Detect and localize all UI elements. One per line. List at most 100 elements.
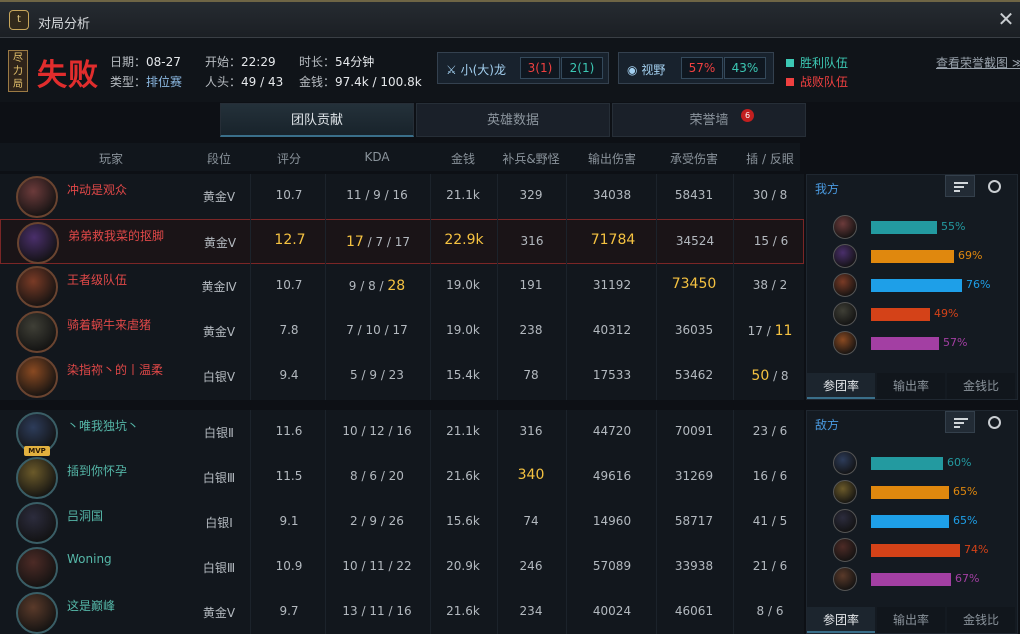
cs-cell: 316 <box>520 234 544 248</box>
duration-info: 时长：54分钟 <box>299 55 375 69</box>
wards-killed: 6 <box>779 424 788 438</box>
champion-avatar[interactable] <box>16 457 58 499</box>
ptab-gold-ratio[interactable]: 金钱比 <box>947 373 1015 399</box>
wards-killed: 11 <box>774 323 793 339</box>
player-name[interactable]: 王者级队伍 <box>67 271 127 288</box>
kda-kills: 9 <box>348 279 357 293</box>
kda-assists: 16 <box>392 188 408 202</box>
participation-percent: 65% <box>953 514 978 527</box>
champion-avatar[interactable] <box>16 356 58 398</box>
champion-avatar[interactable] <box>16 176 58 218</box>
score-cell: 7.8 <box>279 323 299 337</box>
wards-cell: 50 / 8 <box>751 368 789 384</box>
wards-placed: 17 <box>747 324 763 338</box>
table-row[interactable]: 插到你怀孕 白银Ⅲ 11.5 8 / 6 / 20 21.6k 340 49616 31269… <box>0 455 804 500</box>
wards-placed: 16 <box>752 469 768 483</box>
score-cell: 9.7 <box>279 604 299 618</box>
kda-cell: 8 / 6 / 20 <box>350 469 404 483</box>
table-row[interactable]: 冲动是观众 黄金Ⅴ 10.7 11 / 9 / 16 21.1k 329 34038 5843… <box>0 174 804 219</box>
view-honor-screenshot-link[interactable]: 查看荣誉截图 ≫ <box>936 54 1020 71</box>
player-name[interactable]: 插到你怀孕 <box>67 462 127 479</box>
kda-kills: 8 <box>350 469 358 483</box>
start-info: 开始：22:29 <box>205 55 276 69</box>
col-rank: 段位 <box>206 152 232 166</box>
close-icon[interactable]: ✕ <box>996 8 1016 30</box>
player-name[interactable]: 丶唯我独坑丶 <box>67 417 139 434</box>
wards-placed: 8 <box>756 604 765 618</box>
player-name[interactable]: 染指祢丶的丨温柔 <box>67 361 163 378</box>
player-name[interactable]: 弟弟救我菜的抠脚 <box>68 227 164 244</box>
champion-avatar[interactable] <box>16 547 58 589</box>
ptab-gold-ratio[interactable]: 金钱比 <box>947 607 1015 633</box>
player-name[interactable]: 骑着蜗牛来虐猪 <box>67 316 151 333</box>
tab-hero-data[interactable]: 英雄数据 <box>416 103 610 137</box>
kda-cell: 17 / 7 / 17 <box>345 234 411 250</box>
participation-bar-row: 67% <box>833 567 1013 591</box>
participation-bar-row: 69% <box>833 244 1013 268</box>
table-row[interactable]: MVP 丶唯我独坑丶 白银Ⅱ 11.6 10 / 12 / 16 21.1k 316 4472… <box>0 410 804 456</box>
table-row[interactable]: 王者级队伍 黄金Ⅳ 10.7 9 / 8 / 28 19.0k 191 31192 73450… <box>0 264 804 309</box>
table-row[interactable]: 弟弟救我菜的抠脚 黄金Ⅴ 12.7 17 / 7 / 17 22.9k 316 71784 3… <box>0 219 804 264</box>
wards-cell: 30 / 8 <box>752 188 788 202</box>
my-team-panel: 我方 55% 69% 76% 49% 57% 参团率 输出率 金钱比 <box>806 174 1018 400</box>
participation-bar-row: 65% <box>833 509 1013 533</box>
table-row[interactable]: 染指祢丶的丨温柔 白银Ⅴ 9.4 5 / 9 / 23 15.4k 78 17533 5346… <box>0 354 804 399</box>
participation-bar <box>871 250 954 263</box>
column-divider <box>497 174 498 400</box>
player-name[interactable]: 吕洞国 <box>67 507 103 524</box>
column-divider <box>566 174 567 400</box>
table-row[interactable]: 骑着蜗牛来虐猪 黄金Ⅴ 7.8 7 / 10 / 17 19.0k 238 40312 360… <box>0 309 804 354</box>
champion-avatar[interactable] <box>16 311 58 353</box>
legend-win: 胜利队伍 <box>786 54 848 71</box>
column-divider <box>656 410 657 634</box>
champion-avatar[interactable] <box>16 266 58 308</box>
circle-toggle-icon[interactable] <box>988 180 1001 193</box>
wards-killed: 5 <box>779 514 788 528</box>
kda-assists: 17 <box>392 323 408 337</box>
champion-avatar[interactable] <box>16 502 58 544</box>
champion-mini-avatar <box>833 331 857 355</box>
participation-bar <box>871 457 943 470</box>
column-divider <box>733 174 734 400</box>
rank-cell: 黄金Ⅴ <box>203 236 237 250</box>
champion-avatar[interactable] <box>17 222 59 264</box>
participation-bar <box>871 279 962 292</box>
player-name[interactable]: Woning <box>67 552 112 566</box>
ptab-participation[interactable]: 参团率 <box>807 607 875 633</box>
mode-tag: 尽力局 <box>8 50 28 92</box>
kda-cell: 10 / 11 / 22 <box>342 559 412 573</box>
table-row[interactable]: 吕洞国 白银Ⅰ 9.1 2 / 9 / 26 15.6k 74 14960 58717 41 /… <box>0 500 804 545</box>
player-name[interactable]: 冲动是观众 <box>67 181 127 198</box>
wards-cell: 38 / 2 <box>752 278 788 292</box>
champion-mini-avatar <box>833 567 857 591</box>
ptab-participation[interactable]: 参团率 <box>807 373 875 399</box>
champion-mini-avatar <box>833 480 857 504</box>
champion-avatar[interactable] <box>16 592 58 634</box>
sort-icon[interactable] <box>945 411 975 433</box>
taken-cell: 34524 <box>675 234 715 248</box>
rank-cell: 白银Ⅲ <box>202 561 236 575</box>
kda-cell: 7 / 10 / 17 <box>346 323 408 337</box>
column-divider <box>250 410 251 634</box>
taken-cell: 73450 <box>671 276 717 292</box>
sort-icon[interactable] <box>945 175 975 197</box>
enemy-team-panel-title: 敌方 <box>815 418 840 432</box>
col-wards: 插 / 反眼 <box>746 152 794 166</box>
participation-percent: 55% <box>941 220 966 233</box>
ptab-damage-rate[interactable]: 输出率 <box>877 373 945 399</box>
ptab-damage-rate[interactable]: 输出率 <box>877 607 945 633</box>
damage-cell: 57089 <box>592 559 632 573</box>
tab-team-contribution[interactable]: 团队贡献 <box>220 103 414 137</box>
kda-deaths: 10 <box>365 323 381 337</box>
table-row[interactable]: Woning 白银Ⅲ 10.9 10 / 11 / 22 20.9k 246 57089 33… <box>0 545 804 590</box>
player-name[interactable]: 这是巅峰 <box>67 597 115 614</box>
cs-cell: 246 <box>519 559 543 573</box>
kills-info: 人头：49 / 43 <box>205 75 284 89</box>
table-row[interactable]: 这是巅峰 黄金Ⅴ 9.7 13 / 11 / 16 21.6k 234 40024 46061… <box>0 590 804 634</box>
wards-placed: 50 <box>751 368 770 384</box>
score-cell: 11.6 <box>275 424 303 438</box>
tab-honor-wall[interactable]: 荣誉墙 6 <box>612 103 806 137</box>
circle-toggle-icon[interactable] <box>988 416 1001 429</box>
kda-kills: 13 <box>342 604 358 618</box>
vision-ours: 57% <box>681 57 723 79</box>
